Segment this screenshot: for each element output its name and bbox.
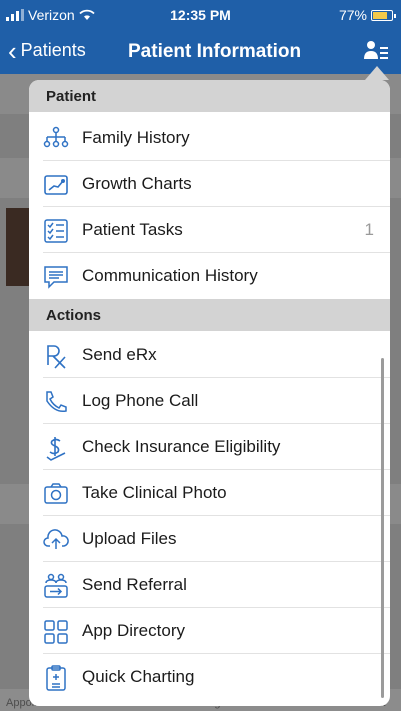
grid-icon — [44, 620, 68, 644]
menu-caret — [365, 66, 389, 80]
menu-item-send-referral[interactable]: Send Referral — [29, 562, 390, 608]
menu-item-label: Send Referral — [82, 575, 187, 594]
section-header-patient: Patient — [29, 80, 390, 112]
menu-item-label: Communication History — [82, 266, 258, 285]
task-count-badge: 1 — [364, 220, 374, 239]
menu-item-send-erx[interactable]: Send eRx — [29, 332, 390, 378]
back-label: Patients — [20, 40, 86, 60]
growth-chart-icon — [44, 175, 68, 195]
menu-item-label: Take Clinical Photo — [82, 483, 227, 502]
menu-scrollbar[interactable] — [381, 358, 384, 698]
menu-item-family-history[interactable]: Family History — [29, 115, 390, 161]
menu-item-label: Growth Charts — [82, 174, 192, 193]
menu-item-label: Upload Files — [82, 529, 177, 548]
page-title: Patient Information — [128, 41, 302, 62]
checklist-icon — [44, 219, 68, 243]
menu-item-label: Log Phone Call — [82, 391, 199, 410]
referral-icon — [44, 573, 68, 598]
menu-item-label: Patient Tasks — [82, 220, 183, 239]
section-header-actions: Actions — [29, 299, 390, 331]
chat-icon — [44, 266, 68, 289]
family-tree-icon — [43, 126, 69, 148]
menu-item-label: Quick Charting — [82, 667, 195, 686]
menu-item-upload-files[interactable]: Upload Files — [29, 516, 390, 562]
menu-item-label: Send eRx — [82, 345, 157, 364]
menu-item-app-directory[interactable]: App Directory — [29, 608, 390, 654]
clipboard-icon — [46, 665, 66, 691]
chevron-left-icon: ‹ — [8, 35, 17, 66]
camera-icon — [44, 483, 68, 504]
dollar-icon — [46, 437, 66, 461]
menu-item-communication-history[interactable]: Communication History — [29, 253, 390, 299]
menu-item-log-phone-call[interactable]: Log Phone Call — [29, 378, 390, 424]
rx-icon — [47, 345, 66, 369]
bg-patient-photo — [6, 208, 30, 286]
battery-percent: 77% — [338, 7, 367, 23]
phone-icon — [46, 391, 67, 413]
menu-item-quick-charting[interactable]: Quick Charting — [29, 654, 390, 700]
status-bar: Verizon 12:35 PM 77% — [0, 0, 401, 30]
cloud-upload-icon — [43, 529, 69, 549]
battery-icon — [371, 9, 396, 21]
menu-item-check-insurance-eligibility[interactable]: Check Insurance Eligibility — [29, 424, 390, 470]
menu-item-take-clinical-photo[interactable]: Take Clinical Photo — [29, 470, 390, 516]
status-right: 77% — [338, 7, 396, 23]
menu-item-label: Check Insurance Eligibility — [82, 437, 281, 456]
menu-item-label: Family History — [82, 128, 190, 147]
patient-menu-panel: Patient Family History Growth Charts Pat… — [29, 80, 390, 706]
back-button[interactable]: ‹ Patients — [8, 35, 86, 66]
patient-menu-icon[interactable] — [363, 39, 389, 63]
menu-item-patient-tasks[interactable]: Patient Tasks 1 — [29, 207, 390, 253]
nav-bar: ‹ Patients Patient Information — [0, 30, 401, 74]
menu-item-label: App Directory — [82, 621, 185, 640]
menu-item-growth-charts[interactable]: Growth Charts — [29, 161, 390, 207]
